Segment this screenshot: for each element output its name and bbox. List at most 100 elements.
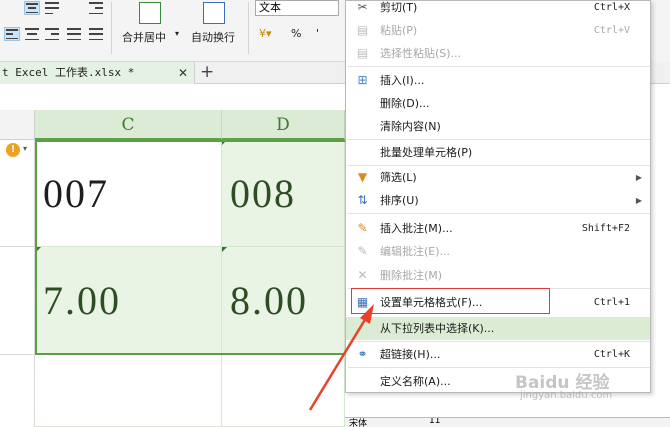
align-center-button[interactable] [24, 27, 40, 41]
menu-item-edit-comment[interactable]: ✎ 编辑批注(E)... [346, 240, 650, 263]
sort-icon: ⇅ [357, 193, 368, 207]
column-header-c[interactable]: C [35, 110, 222, 140]
document-tab-title: t Excel 工作表.xlsx * [2, 66, 135, 79]
comment-delete-icon: ✕ [357, 268, 368, 282]
warning-dropdown-icon[interactable]: ▾ [23, 144, 27, 153]
ribbon-divider [111, 2, 112, 54]
warning-icon[interactable]: ! [6, 143, 20, 157]
submenu-arrow-icon: ▶ [635, 196, 642, 205]
merge-dropdown-icon[interactable]: ▾ [175, 29, 179, 38]
align-middle-button[interactable] [44, 1, 60, 15]
percent-button[interactable]: % [291, 27, 301, 40]
cell-d2[interactable]: 8.00 [222, 247, 345, 355]
menu-item-insert-label: 插入(I)... [380, 74, 425, 87]
row-header[interactable] [0, 355, 35, 427]
ribbon-right-area [652, 0, 670, 62]
menu-item-hyperlink-shortcut: Ctrl+K [593, 349, 630, 360]
hyperlink-icon: ⚭ [357, 347, 368, 361]
row-header[interactable] [0, 140, 35, 247]
paste-icon: ▤ [356, 23, 369, 37]
menu-item-filter[interactable]: ▼ 筛选(L) ▶ [346, 166, 650, 189]
format-cells-icon: ▦ [356, 295, 369, 309]
document-tab[interactable]: t Excel 工作表.xlsx * [0, 62, 195, 84]
mini-font-name[interactable]: 宋体 [349, 418, 367, 427]
menu-item-insert[interactable]: ⊞ 插入(I)... [346, 69, 650, 92]
error-indicator [222, 247, 227, 252]
currency-icon[interactable]: ¥▾ [259, 27, 272, 40]
menu-item-paste[interactable]: ▤ 粘贴(P) Ctrl+V [346, 19, 650, 42]
align-top-button[interactable] [24, 1, 40, 15]
menu-item-format-cells-shortcut: Ctrl+1 [593, 297, 630, 308]
thousands-button[interactable]: ' [316, 27, 319, 40]
menu-separator [348, 66, 650, 67]
mini-font-size[interactable]: 11 [429, 418, 440, 426]
error-indicator [36, 247, 41, 252]
menu-item-cut-label: 剪切(T) [380, 1, 418, 14]
menu-item-delete-comment[interactable]: ✕ 删除批注(M) [346, 264, 650, 287]
ribbon-divider [248, 2, 249, 54]
wrap-text-icon[interactable] [203, 2, 225, 24]
cell-c3[interactable] [35, 355, 222, 427]
tab-close-icon[interactable]: ✕ [178, 62, 188, 84]
comment-add-icon: ✎ [357, 221, 368, 235]
menu-item-paste-special-label: 选择性粘贴(S)... [380, 47, 462, 60]
menu-item-insert-comment[interactable]: ✎ 插入批注(M)... Shift+F2 [346, 217, 650, 240]
watermark-url: jingyan.baidu.com [520, 390, 613, 401]
menu-item-delete-label: 删除(D)... [380, 97, 430, 110]
menu-item-format-cells-label: 设置单元格格式(F)... [380, 296, 483, 309]
menu-item-pick-from-list-label: 从下拉列表中选择(K)... [380, 322, 495, 335]
cell-c1[interactable]: 007 [35, 140, 222, 247]
row-header[interactable] [0, 247, 35, 355]
menu-item-filter-label: 筛选(L) [380, 171, 417, 184]
menu-item-delete-comment-label: 删除批注(M) [380, 269, 443, 282]
menu-item-sort[interactable]: ⇅ 排序(U) ▶ [346, 189, 650, 212]
menu-item-batch-label: 批量处理单元格(P) [380, 146, 473, 159]
menu-item-paste-label: 粘贴(P) [380, 24, 418, 37]
menu-separator [348, 213, 650, 214]
menu-item-format-cells[interactable]: ▦ 设置单元格格式(F)... Ctrl+1 [346, 291, 650, 314]
menu-item-clear[interactable]: 清除内容(N) [346, 115, 650, 138]
wrap-text-button[interactable]: 自动换行 [191, 29, 235, 45]
error-indicator [222, 140, 227, 145]
menu-separator [348, 288, 650, 289]
menu-separator [348, 139, 650, 140]
justify-button[interactable] [66, 27, 82, 41]
cell-d3[interactable] [222, 355, 345, 427]
comment-edit-icon: ✎ [357, 244, 368, 258]
menu-item-hyperlink[interactable]: ⚭ 超链接(H)... Ctrl+K [346, 343, 650, 366]
menu-item-sort-label: 排序(U) [380, 194, 419, 207]
menu-item-paste-special[interactable]: ▤ 选择性粘贴(S)... [346, 42, 650, 65]
menu-item-insert-comment-label: 插入批注(M)... [380, 222, 453, 235]
menu-item-paste-shortcut: Ctrl+V [593, 25, 630, 36]
filter-icon: ▼ [357, 170, 368, 184]
paste-special-icon: ▤ [356, 46, 369, 60]
sheet-corner[interactable] [0, 110, 35, 140]
menu-separator [348, 341, 650, 342]
scissors-icon: ✂ [357, 0, 368, 14]
insert-icon: ⊞ [357, 73, 368, 87]
indent-button[interactable] [88, 1, 104, 15]
menu-item-batch[interactable]: 批量处理单元格(P) [346, 141, 650, 164]
align-left-button[interactable] [4, 27, 20, 41]
menu-item-edit-comment-label: 编辑批注(E)... [380, 245, 451, 258]
menu-item-define-name-label: 定义名称(A)... [380, 375, 451, 388]
distributed-button[interactable] [88, 27, 104, 41]
submenu-arrow-icon: ▶ [635, 173, 642, 182]
menu-item-clear-label: 清除内容(N) [380, 120, 441, 133]
number-format-select[interactable]: 文本 [255, 0, 339, 16]
menu-item-hyperlink-label: 超链接(H)... [380, 348, 441, 361]
new-tab-icon[interactable]: + [200, 62, 214, 82]
mini-toolbar: 宋体 11 [345, 417, 670, 427]
context-menu: ✂ 剪切(T) Ctrl+X ▤ 粘贴(P) Ctrl+V ▤ 选择性粘贴(S)… [345, 0, 651, 393]
align-right-button[interactable] [44, 27, 60, 41]
cell-d1[interactable]: 008 [222, 140, 345, 247]
cell-c2[interactable]: 7.00 [35, 247, 222, 355]
menu-item-cut[interactable]: ✂ 剪切(T) Ctrl+X [346, 0, 650, 19]
column-header-d[interactable]: D [222, 110, 345, 140]
merge-center-button[interactable]: 合并居中 [122, 29, 166, 45]
menu-item-insert-comment-shortcut: Shift+F2 [581, 223, 630, 234]
menu-item-delete[interactable]: 删除(D)... [346, 92, 650, 115]
menu-item-pick-from-list[interactable]: 从下拉列表中选择(K)... [346, 317, 650, 340]
merge-center-icon[interactable] [139, 2, 161, 24]
menu-item-cut-shortcut: Ctrl+X [593, 2, 630, 13]
